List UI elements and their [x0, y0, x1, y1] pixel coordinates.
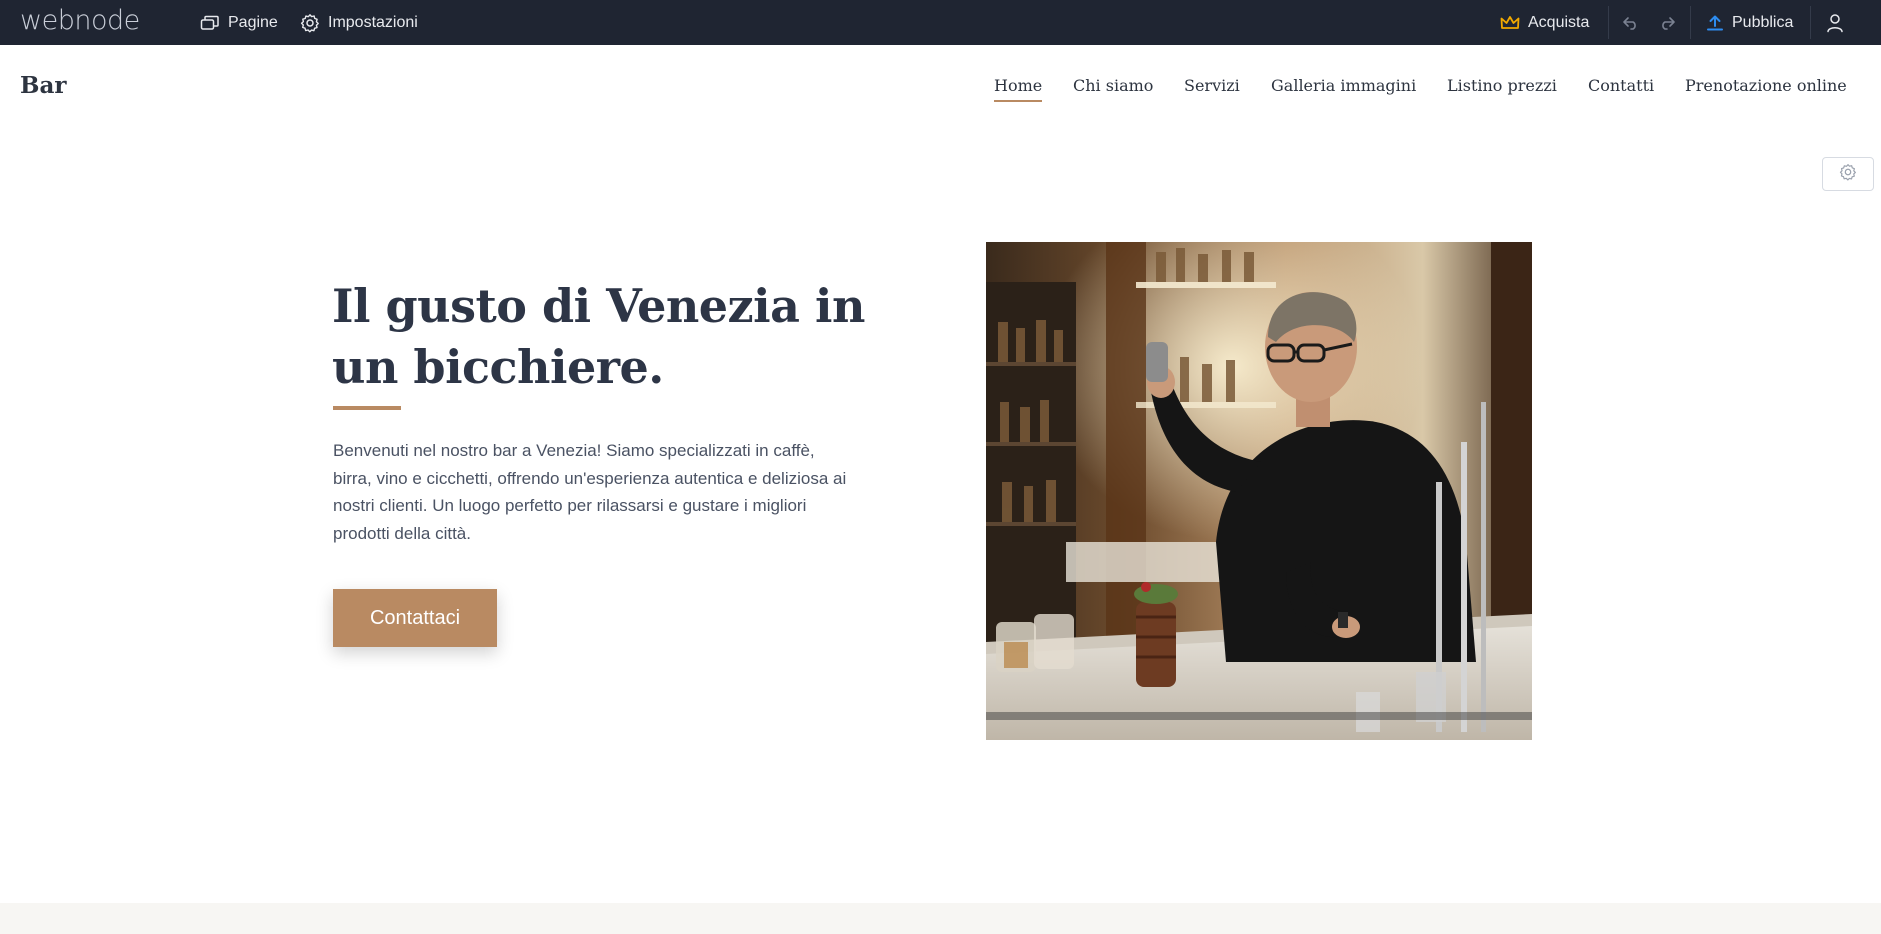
- upload-icon: [1706, 14, 1724, 32]
- nav-item-listino-prezzi[interactable]: Listino prezzi: [1447, 76, 1557, 95]
- section-settings-gear-icon: [1839, 163, 1857, 186]
- hero-description: Benvenuti nel nostro bar a Venezia! Siam…: [333, 441, 847, 543]
- pages-label: Pagine: [228, 13, 278, 31]
- user-icon: [1826, 13, 1844, 33]
- webnode-logo[interactable]: webnode: [20, 5, 140, 36]
- settings-button[interactable]: Impostazioni: [300, 0, 418, 45]
- redo-icon: [1658, 16, 1676, 30]
- pages-icon: [200, 15, 220, 31]
- bartender-photo: [986, 242, 1532, 740]
- title-divider: [333, 406, 401, 410]
- buy-label: Acquista: [1528, 13, 1590, 31]
- publish-button[interactable]: Pubblica: [1706, 0, 1793, 45]
- nav-item-prenotazione-online[interactable]: Prenotazione online: [1685, 76, 1847, 95]
- settings-label: Impostazioni: [328, 13, 418, 31]
- nav-item-servizi[interactable]: Servizi: [1184, 76, 1240, 95]
- undo-icon: [1622, 16, 1640, 30]
- nav-item-chi-siamo[interactable]: Chi siamo: [1073, 76, 1153, 95]
- editor-toolbar: webnode Pagine Impostazioni Acquista Pub…: [0, 0, 1881, 45]
- undo-button[interactable]: [1622, 0, 1640, 45]
- account-button[interactable]: [1826, 0, 1844, 45]
- redo-button[interactable]: [1658, 0, 1676, 45]
- hero-title: Il gusto di Venezia in un bicchiere.: [332, 279, 865, 394]
- nav-item-home[interactable]: Home: [994, 76, 1043, 102]
- toolbar-divider: [1690, 6, 1691, 39]
- toolbar-divider: [1608, 6, 1609, 39]
- publish-label: Pubblica: [1732, 13, 1794, 31]
- section-settings-button[interactable]: [1822, 157, 1874, 191]
- site-title[interactable]: Bar: [20, 72, 66, 99]
- next-section-strip: [0, 903, 1881, 934]
- toolbar-divider: [1810, 6, 1811, 39]
- pages-button[interactable]: Pagine: [200, 0, 278, 45]
- gear-icon: [300, 13, 320, 33]
- nav-item-galleria-immagini[interactable]: Galleria immagini: [1271, 76, 1416, 95]
- crown-icon: [1500, 15, 1520, 31]
- contact-button[interactable]: Contattaci: [333, 589, 497, 647]
- buy-button[interactable]: Acquista: [1500, 0, 1589, 45]
- nav-item-contatti[interactable]: Contatti: [1588, 76, 1654, 95]
